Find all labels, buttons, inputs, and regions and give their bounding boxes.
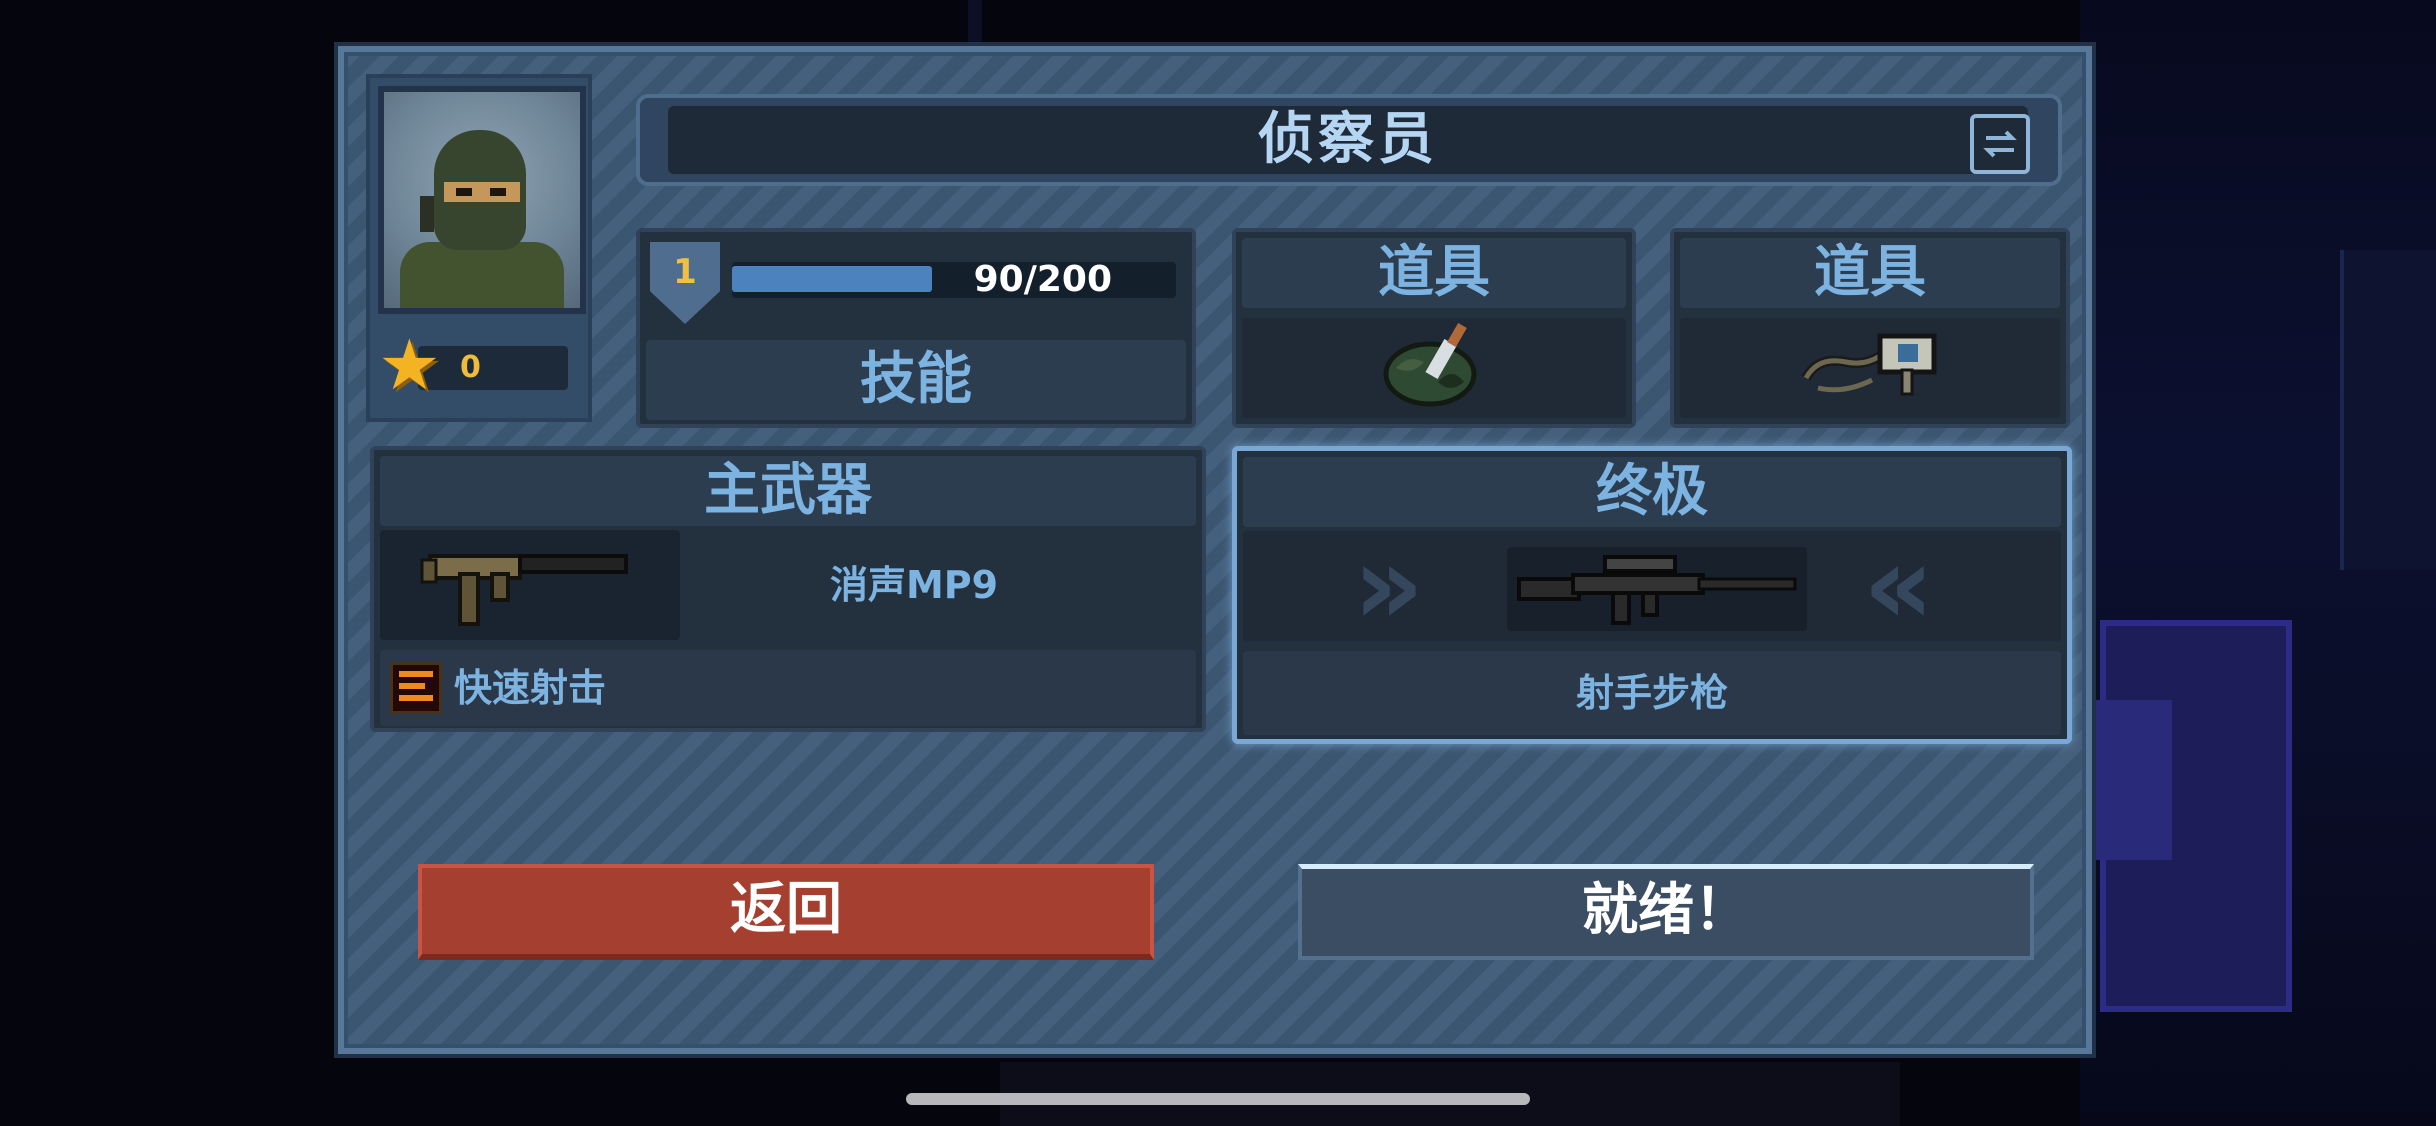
ultimate-body: » «	[1243, 521, 2061, 649]
character-name-field: 侦察员	[668, 106, 2030, 174]
portrait-body	[400, 242, 564, 308]
primary-weapon-header: 主武器	[380, 456, 1196, 526]
ultimate-weapon-name: 射手步枪	[1243, 651, 2061, 735]
character-portrait[interactable]	[378, 86, 586, 314]
chevron-left-icon: «	[1863, 521, 1935, 649]
item-slot-1-body	[1242, 318, 1626, 418]
primary-weapon-image	[380, 530, 680, 640]
ready-button[interactable]: 就绪！	[1298, 864, 2034, 960]
background-cable	[968, 0, 982, 46]
character-name-bar: 侦察员	[636, 94, 2062, 186]
skill-panel[interactable]: 1 90/200 技能	[636, 228, 1196, 428]
item-slot-2-body	[1680, 318, 2060, 418]
item-slot-1-label: 道具	[1242, 238, 1626, 308]
star-icon: ★	[378, 324, 441, 406]
item-slot-1[interactable]: 道具	[1232, 228, 1636, 428]
weapon-perk[interactable]: 快速射击	[380, 650, 1196, 726]
portrait-headset	[420, 196, 434, 232]
back-button[interactable]: 返回	[418, 864, 1154, 960]
item-slot-2[interactable]: 道具	[1670, 228, 2070, 428]
skill-label[interactable]: 技能	[646, 340, 1186, 420]
ultimate-panel[interactable]: 终极 » « 射手步枪	[1232, 446, 2072, 744]
marksman-rifle-icon	[1517, 555, 1797, 625]
ultimate-weapon-image	[1507, 547, 1807, 631]
character-name: 侦察员	[1258, 107, 1438, 172]
item-slot-2-label: 道具	[1680, 238, 2060, 308]
background-block	[2082, 700, 2172, 860]
loadout-dialog: ★ 0 侦察员 1 90/200 技能 道具 道具 主武器 消声MP9 快速射击…	[338, 46, 2092, 1054]
background-panel	[2340, 250, 2436, 570]
ultimate-header: 终极	[1243, 457, 2061, 527]
fast-fire-icon	[390, 662, 442, 714]
level-number: 1	[673, 252, 697, 292]
weapon-perk-label: 快速射击	[454, 666, 607, 710]
background-scene	[2080, 0, 2436, 1126]
primary-weapon-name: 消声MP9	[829, 563, 999, 607]
switch-character-button[interactable]	[1970, 114, 2030, 174]
primary-weapon-panel[interactable]: 主武器 消声MP9 快速射击	[370, 446, 1206, 732]
smg-mp9-icon	[420, 554, 628, 626]
home-indicator[interactable]	[906, 1093, 1530, 1105]
chevron-right-icon: »	[1353, 521, 1425, 649]
handcuffs-key-icon	[1801, 333, 1937, 396]
star-count: 0	[460, 350, 481, 385]
camo-bag-knife-icon	[1383, 322, 1477, 407]
character-portrait-panel: ★ 0	[366, 74, 592, 422]
xp-text: 90/200	[973, 259, 1112, 300]
star-rating: ★ 0	[378, 330, 574, 400]
swap-icon	[1983, 130, 2017, 158]
portrait-eyes	[444, 182, 520, 202]
